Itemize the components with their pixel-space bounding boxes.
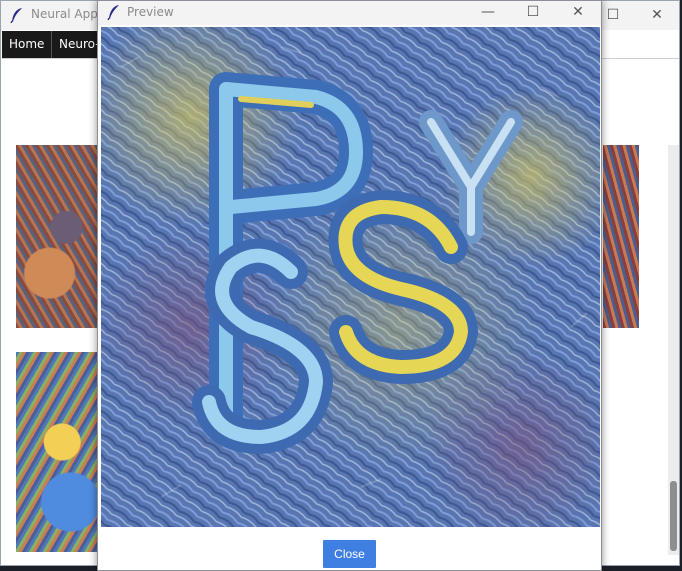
close-icon[interactable]: ✕: [635, 1, 679, 29]
scrollbar-thumb[interactable]: [670, 481, 677, 551]
scrollbar[interactable]: [668, 145, 679, 555]
styled-preview-image: [101, 27, 600, 527]
close-icon[interactable]: ✕: [556, 0, 600, 26]
window-title: Neural App: [31, 7, 98, 21]
window-title: Preview: [127, 5, 174, 19]
minimize-icon[interactable]: —: [466, 0, 510, 26]
preview-titlebar: Preview — ☐ ✕: [98, 1, 601, 25]
style-thumbnail[interactable]: [16, 145, 100, 328]
feather-icon: [107, 4, 121, 24]
menu-home[interactable]: Home: [2, 31, 52, 58]
style-thumbnail[interactable]: [603, 145, 639, 328]
maximize-icon[interactable]: ☐: [511, 0, 555, 26]
feather-icon: [10, 7, 24, 27]
style-thumbnail[interactable]: [16, 352, 100, 552]
menu-neuro[interactable]: Neuro-: [52, 31, 102, 58]
preview-dialog: Preview — ☐ ✕ Close: [97, 0, 602, 571]
close-button[interactable]: Close: [323, 540, 376, 568]
